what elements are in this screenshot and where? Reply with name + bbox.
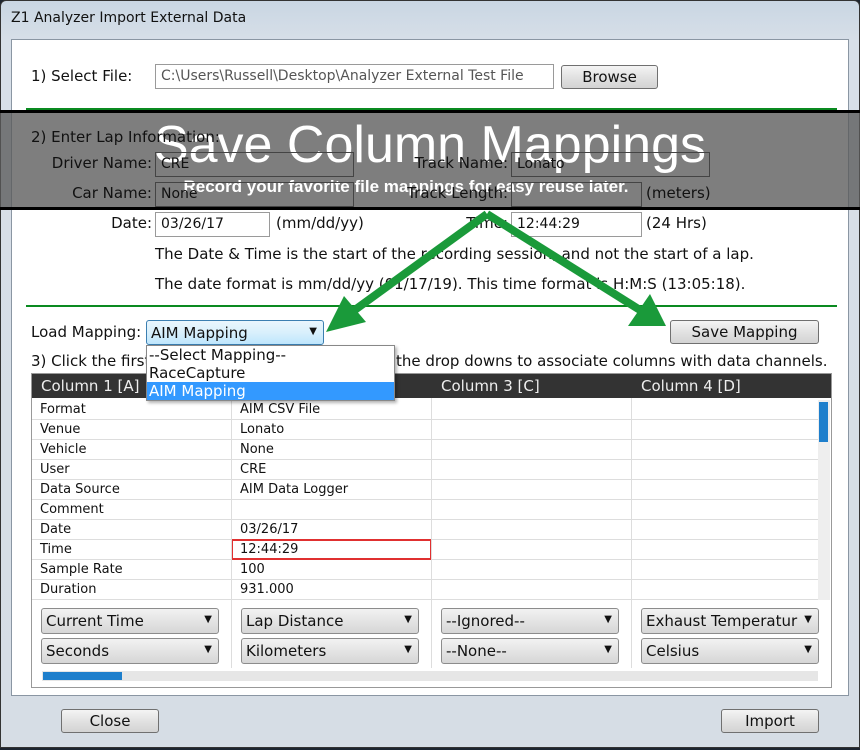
track-length-label: Track Length:: [407, 184, 508, 202]
meters-unit: (meters): [646, 184, 711, 202]
driver-name-label: Driver Name:: [51, 154, 152, 172]
track-length-input[interactable]: [511, 182, 642, 207]
track-name-input[interactable]: Lonato: [511, 152, 710, 177]
arrow-to-load-mapping: [349, 210, 490, 316]
arrow-to-save-mapping: [484, 210, 643, 314]
callout-arrows: [326, 210, 666, 332]
lap-info-heading: 2) Enter Lap Information:: [31, 128, 220, 146]
car-name-input[interactable]: None: [155, 182, 354, 207]
car-name-label: Car Name:: [72, 184, 152, 202]
driver-name-input[interactable]: CRE: [155, 152, 354, 177]
track-name-label: Track Name:: [414, 154, 508, 172]
